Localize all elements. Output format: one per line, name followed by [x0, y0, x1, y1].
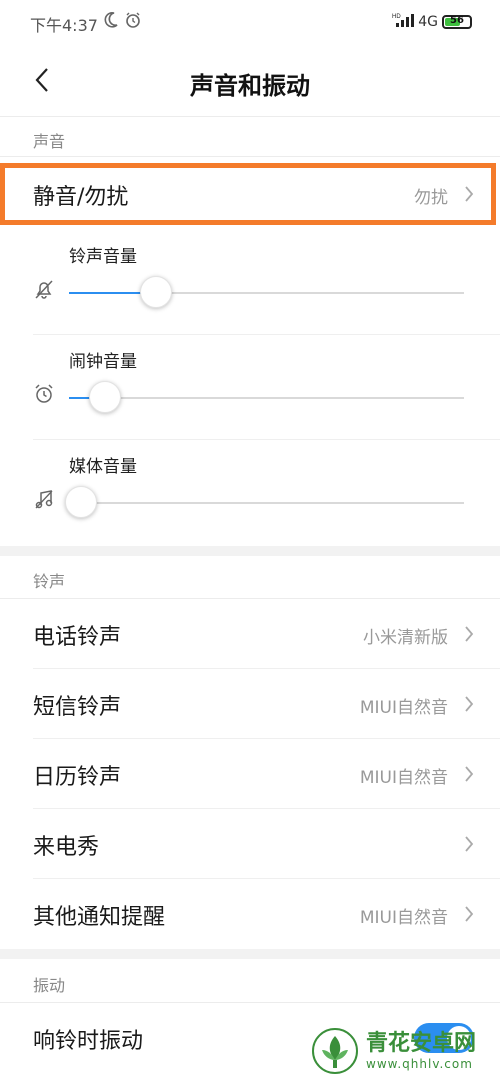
ring-volume-knob[interactable] — [139, 276, 172, 308]
sms-ringtone-value: MIUI自然音 — [359, 698, 448, 718]
divider — [0, 116, 500, 117]
status-time: 下午4:37 — [30, 16, 98, 35]
calendar-ringtone-value: MIUI自然音 — [359, 768, 448, 788]
phone-ringtone-label: 电话铃声 — [33, 625, 122, 650]
watermark-title: 青花安卓网 — [366, 1031, 477, 1056]
alarm-status-icon — [124, 11, 142, 33]
chevron-right-icon — [464, 765, 474, 787]
alarm-clock-icon — [33, 383, 55, 409]
other-notifications-row[interactable]: 其他通知提醒 MIUI自然音 — [0, 879, 500, 949]
ring-volume-label: 铃声音量 — [69, 247, 137, 267]
section-gap — [0, 949, 500, 959]
highlight-box — [0, 163, 496, 225]
section-label-ringtone: 铃声 — [33, 572, 66, 591]
watermark-logo-icon — [312, 1028, 358, 1074]
ring-volume-slider-row: 铃声音量 — [0, 230, 500, 335]
other-notifications-value: MIUI自然音 — [359, 908, 448, 928]
media-volume-slider-row: 媒体音量 — [0, 440, 500, 545]
media-volume-knob[interactable] — [64, 486, 97, 518]
alarm-volume-knob[interactable] — [88, 381, 121, 413]
music-note-muted-icon — [33, 488, 55, 514]
vibrate-when-ringing-label: 响铃时振动 — [33, 1029, 144, 1054]
chevron-right-icon — [464, 695, 474, 717]
header: 声音和振动 — [0, 44, 500, 116]
watermark: 青花安卓网 www.qhhlv.com — [310, 1022, 495, 1080]
signal-icon: HD — [392, 12, 415, 32]
section-gap — [0, 546, 500, 556]
caller-show-label: 来电秀 — [33, 835, 100, 860]
section-label-vibration: 振动 — [33, 976, 66, 995]
network-type: 4G — [418, 14, 438, 30]
watermark-url: www.qhhlv.com — [366, 1057, 473, 1071]
alarm-volume-label: 闹钟音量 — [69, 352, 137, 372]
moon-icon — [103, 11, 119, 33]
section-label-sound: 声音 — [33, 132, 66, 151]
page-title: 声音和振动 — [190, 72, 310, 100]
chevron-right-icon — [464, 905, 474, 927]
other-notifications-label: 其他通知提醒 — [33, 905, 166, 930]
battery-icon: 56 — [442, 15, 472, 29]
divider — [0, 156, 500, 157]
status-bar: 下午4:37 HD 4G 56 — [0, 0, 500, 44]
media-volume-track[interactable] — [64, 486, 464, 518]
phone-ringtone-row[interactable]: 电话铃声 小米清新版 — [0, 599, 500, 669]
calendar-ringtone-row[interactable]: 日历铃声 MIUI自然音 — [0, 739, 500, 809]
alarm-volume-track[interactable] — [69, 381, 464, 413]
media-volume-label: 媒体音量 — [69, 457, 137, 477]
bell-muted-icon — [33, 278, 55, 304]
chevron-right-icon — [464, 625, 474, 647]
sms-ringtone-label: 短信铃声 — [33, 695, 122, 720]
sms-ringtone-row[interactable]: 短信铃声 MIUI自然音 — [0, 669, 500, 739]
status-right: HD 4G 56 — [392, 12, 472, 32]
ring-volume-track[interactable] — [69, 276, 464, 308]
hd-label: HD — [392, 14, 401, 20]
caller-show-row[interactable]: 来电秀 — [0, 809, 500, 879]
calendar-ringtone-label: 日历铃声 — [33, 765, 122, 790]
alarm-volume-slider-row: 闹钟音量 — [0, 335, 500, 440]
chevron-right-icon — [464, 835, 474, 857]
phone-ringtone-value: 小米清新版 — [363, 628, 448, 648]
battery-level: 56 — [450, 15, 464, 26]
